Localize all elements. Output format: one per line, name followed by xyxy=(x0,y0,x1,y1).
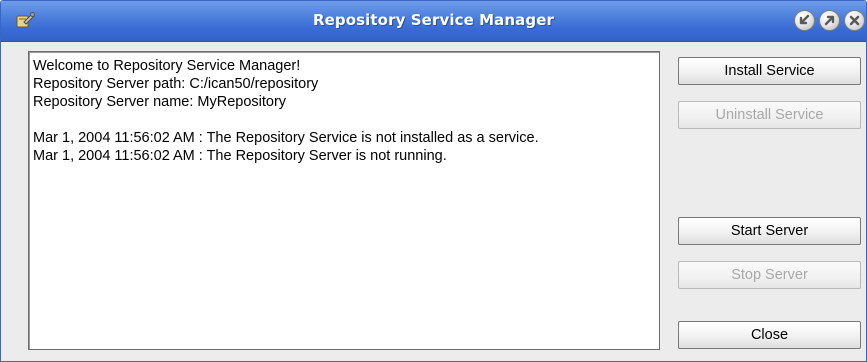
uninstall-service-button[interactable]: Uninstall Service xyxy=(678,101,861,129)
window-title: Repository Service Manager xyxy=(312,11,555,29)
close-button[interactable]: Close xyxy=(678,321,861,349)
log-line: Repository Server name: MyRepository xyxy=(33,94,287,110)
log-line: Mar 1, 2004 11:56:02 AM : The Repository… xyxy=(33,148,447,164)
log-line-blank xyxy=(33,111,655,129)
title-bar[interactable]: Repository Service Manager xyxy=(1,1,866,42)
log-line: Mar 1, 2004 11:56:02 AM : The Repository… xyxy=(33,130,539,146)
repository-service-manager-window: Repository Service Manager Welcome to Re… xyxy=(0,0,867,362)
log-line: Repository Server path: C:/ican50/reposi… xyxy=(33,76,319,92)
log-line: Welcome to Repository Service Manager! xyxy=(33,58,301,74)
minimize-arrow-icon[interactable] xyxy=(794,10,815,31)
start-server-button[interactable]: Start Server xyxy=(678,217,861,245)
install-service-button[interactable]: Install Service xyxy=(678,57,861,85)
close-x-icon[interactable] xyxy=(844,10,865,31)
maximize-arrow-icon[interactable] xyxy=(819,10,840,31)
stop-server-button[interactable]: Stop Server xyxy=(678,261,861,289)
log-output-area[interactable]: Welcome to Repository Service Manager! R… xyxy=(28,51,660,350)
